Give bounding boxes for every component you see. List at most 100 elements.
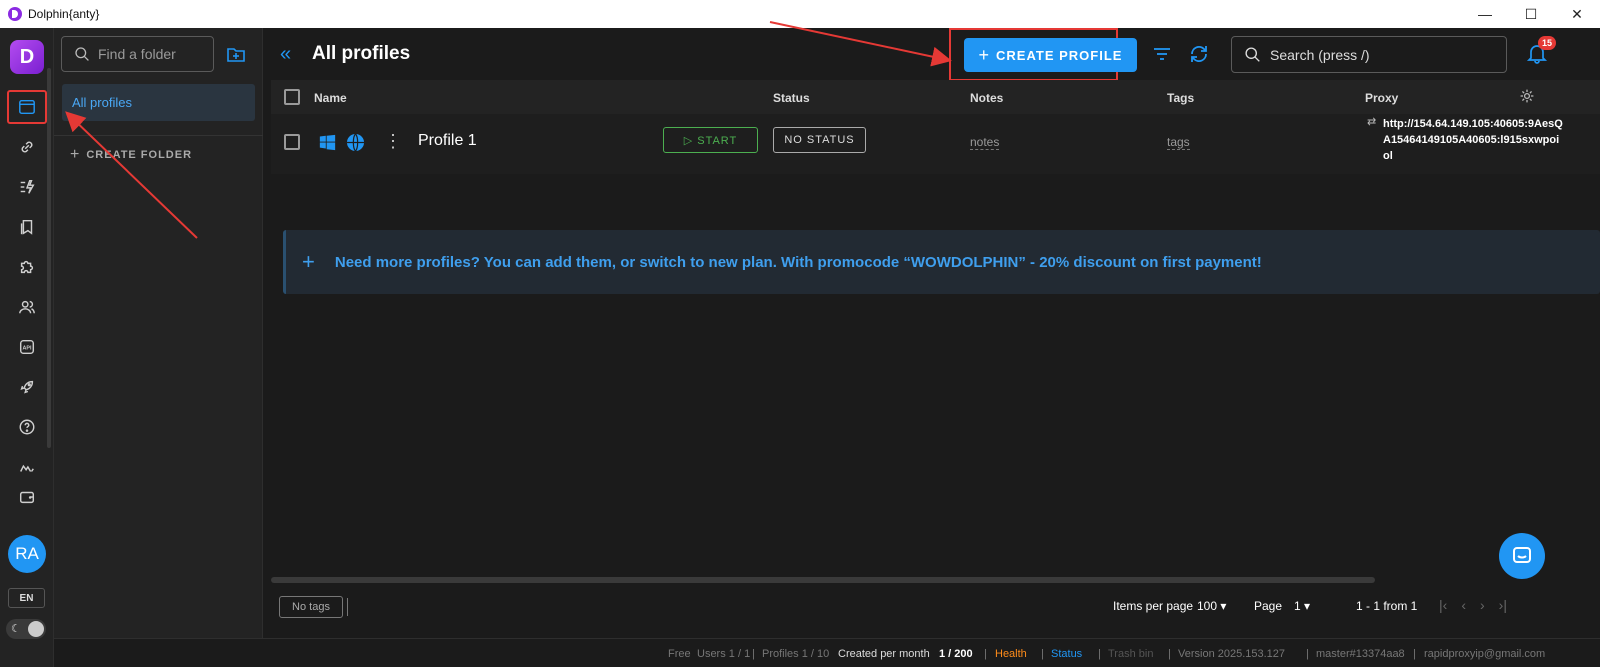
sep: |: [752, 648, 755, 660]
status-link[interactable]: Status: [1051, 648, 1082, 660]
nav-api[interactable]: API: [7, 330, 47, 364]
promo-text: Need more profiles? You can add them, or…: [334, 253, 1262, 271]
theme-toggle[interactable]: ☾: [6, 619, 46, 639]
close-button[interactable]: ✕: [1554, 0, 1600, 28]
items-per-page-select[interactable]: 100 ▾: [1197, 599, 1226, 613]
avatar[interactable]: RA: [8, 535, 46, 573]
sep: |: [1098, 648, 1101, 660]
page-title: All profiles: [312, 43, 411, 64]
nav-proxies[interactable]: [7, 130, 47, 164]
collapse-sidebar-icon[interactable]: «: [280, 43, 291, 66]
proxy-type-icon: ⇄: [1367, 116, 1377, 128]
prev-page-icon[interactable]: ‹: [1461, 597, 1466, 613]
table-row[interactable]: ⋮ Profile 1 ▷ START NO STATUS notes tags…: [271, 114, 1600, 174]
nav-users[interactable]: [7, 290, 47, 324]
dolphin-app-icon: [8, 7, 22, 21]
table-header: Name Status Notes Tags Proxy: [271, 80, 1600, 114]
health-link[interactable]: Health: [995, 648, 1027, 660]
page-range: 1 - 1 from 1: [1356, 599, 1418, 613]
profiles-count: Profiles 1 / 10: [762, 648, 830, 660]
puzzle-icon: [20, 260, 34, 274]
sep: |: [984, 648, 987, 660]
dolphin-logo[interactable]: D: [10, 40, 44, 74]
account-email: rapidproxyip@gmail.com: [1424, 648, 1546, 660]
more-icon[interactable]: ⋮: [384, 131, 402, 152]
support-chat-button[interactable]: [1499, 533, 1545, 579]
divider: [347, 598, 348, 616]
create-folder-button[interactable]: + CREATE FOLDER: [70, 146, 192, 164]
column-status[interactable]: Status: [773, 91, 810, 105]
sep: |: [1413, 648, 1416, 660]
sep: |: [1168, 648, 1171, 660]
nav-automation[interactable]: [7, 170, 47, 204]
column-proxy[interactable]: Proxy: [1365, 91, 1398, 105]
nav-profiles[interactable]: [7, 90, 47, 124]
add-folder-button[interactable]: [226, 44, 246, 64]
page-label: Page: [1254, 599, 1283, 613]
row-checkbox[interactable]: [284, 134, 300, 150]
column-tags[interactable]: Tags: [1167, 91, 1194, 105]
plus-icon: +: [978, 44, 991, 65]
refresh-icon[interactable]: [1188, 43, 1210, 65]
notification-badge: 15: [1538, 36, 1557, 50]
no-tags-chip[interactable]: No tags: [279, 596, 343, 618]
tags-cell[interactable]: tags: [1167, 135, 1190, 150]
column-settings-icon[interactable]: [1519, 88, 1535, 107]
plus-icon: +: [302, 249, 315, 274]
link-icon: [21, 141, 33, 153]
items-per-page-label: Items per page: [1113, 599, 1194, 613]
notifications-button[interactable]: 15: [1526, 36, 1557, 66]
window-title: Dolphin{anty}: [28, 7, 100, 21]
wallet-icon: [19, 491, 35, 504]
minimize-button[interactable]: —: [1462, 0, 1508, 28]
globe-icon: [346, 133, 365, 157]
horizontal-scrollbar[interactable]: [271, 577, 1375, 583]
users-count: Users 1 / 1: [697, 648, 751, 660]
proxy-cell[interactable]: http://154.64.149.105:40605:9AesQA154641…: [1383, 116, 1563, 164]
nav-help[interactable]: [7, 410, 47, 444]
trash-link[interactable]: Trash bin: [1108, 648, 1153, 660]
sep: |: [1041, 648, 1044, 660]
search-placeholder: Search (press /): [1270, 46, 1370, 63]
created-label: Created per month: [838, 648, 930, 660]
nav-extensions[interactable]: [7, 250, 47, 284]
start-button[interactable]: ▷ START: [663, 127, 758, 153]
search-icon: [75, 47, 89, 61]
rail-scrollbar[interactable]: [47, 68, 51, 448]
notes-cell[interactable]: notes: [970, 135, 1000, 150]
create-folder-label: CREATE FOLDER: [86, 149, 193, 161]
header: « All profiles + CREATE PROFILE Search (…: [263, 28, 1600, 81]
next-page-icon[interactable]: ›: [1480, 597, 1485, 613]
chat-icon: [1513, 547, 1531, 563]
filter-icon[interactable]: [1151, 43, 1173, 65]
profile-search-input[interactable]: Search (press /): [1231, 36, 1507, 73]
select-all-checkbox[interactable]: [284, 89, 300, 105]
users-icon: [19, 300, 35, 314]
create-profile-label: CREATE PROFILE: [996, 47, 1123, 63]
status-button[interactable]: NO STATUS: [773, 127, 866, 153]
folder-search-input[interactable]: Find a folder: [61, 36, 214, 72]
help-icon: [19, 419, 35, 435]
bookmarks-icon: [20, 219, 33, 235]
language-button[interactable]: EN: [8, 588, 45, 608]
first-page-icon[interactable]: |‹: [1439, 597, 1447, 613]
window-titlebar: Dolphin{anty} — ☐ ✕: [0, 0, 1600, 28]
maximize-button[interactable]: ☐: [1508, 0, 1554, 28]
column-notes[interactable]: Notes: [970, 91, 1003, 105]
last-page-icon[interactable]: ›|: [1499, 597, 1507, 613]
folder-all-profiles[interactable]: All profiles: [62, 84, 255, 121]
search-icon: [1245, 47, 1260, 62]
promo-banner[interactable]: + Need more profiles? You can add them, …: [283, 230, 1600, 294]
windows-icon: [319, 134, 336, 156]
build-label: master#13374aa8: [1316, 648, 1405, 660]
profile-name[interactable]: Profile 1: [418, 132, 477, 150]
nav-team[interactable]: [7, 450, 47, 484]
create-profile-button[interactable]: + CREATE PROFILE: [964, 38, 1137, 72]
nav-bookmarks[interactable]: [7, 210, 47, 244]
page-select[interactable]: 1 ▾: [1294, 599, 1310, 613]
version-label: Version 2025.153.127: [1178, 648, 1286, 660]
nav-launch[interactable]: [7, 370, 47, 404]
column-name[interactable]: Name: [314, 91, 347, 105]
folder-search-placeholder: Find a folder: [98, 46, 176, 62]
nav-wallet[interactable]: [7, 480, 47, 514]
